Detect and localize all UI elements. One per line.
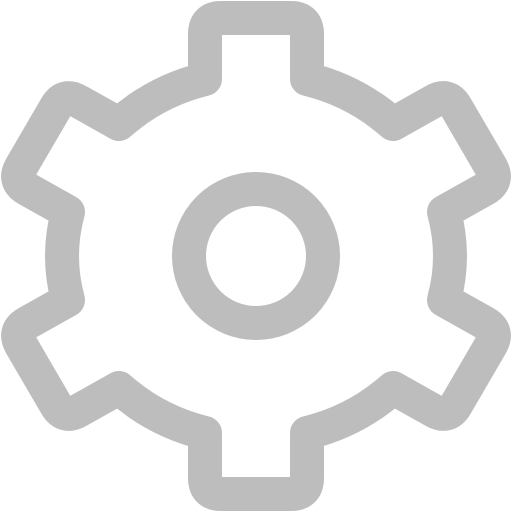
gear-center-ring: [172, 172, 340, 340]
gear-icon: [1, 1, 511, 511]
settings-gear-icon-container: [0, 0, 512, 512]
